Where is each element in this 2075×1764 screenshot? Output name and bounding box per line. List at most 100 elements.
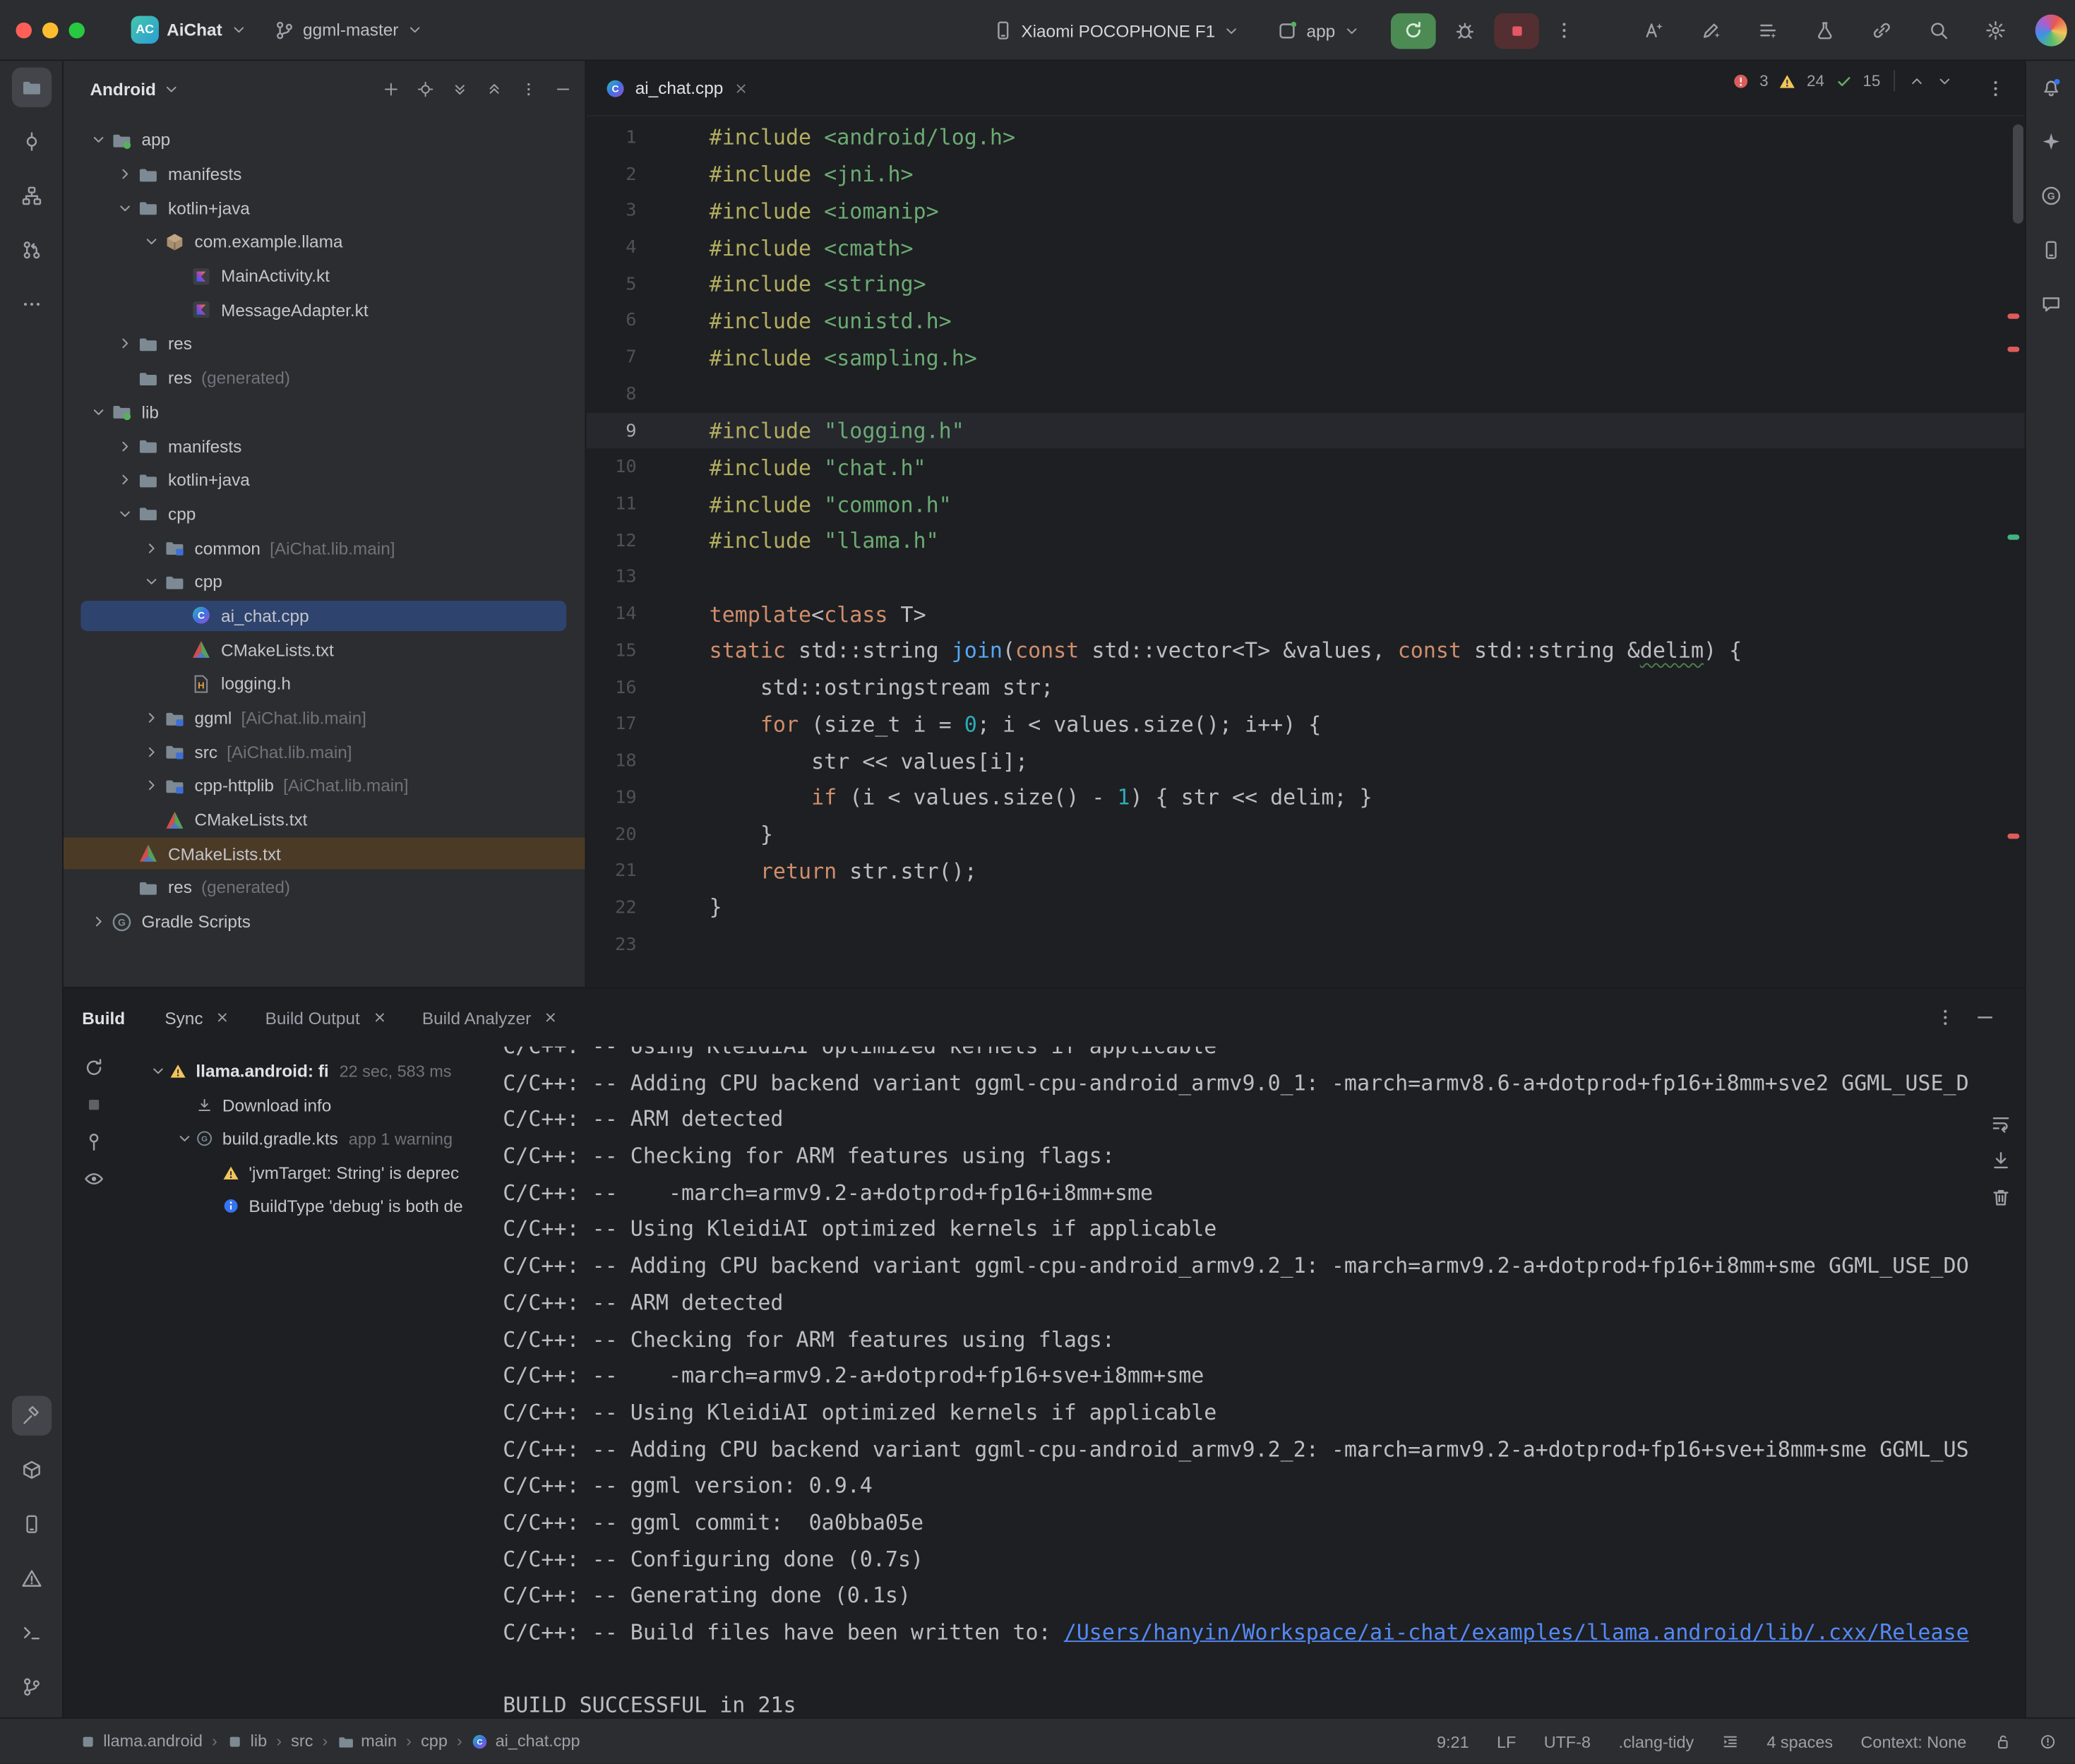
code-line-21[interactable]: 21 return str.str();	[586, 853, 2024, 889]
chevron-right-icon[interactable]	[85, 913, 111, 930]
project-action-collapse-all[interactable]	[486, 80, 503, 97]
tree-item-cpp[interactable]: cpp	[64, 497, 585, 531]
build-tree-item-download-info[interactable]: Download info	[64, 1088, 492, 1122]
status-context-none[interactable]: Context: None	[1860, 1732, 1966, 1751]
code-line-22[interactable]: 22}	[586, 889, 2024, 926]
code-line-6[interactable]: 6#include <unistd.h>	[586, 302, 2024, 339]
tool-button-package-box[interactable]	[11, 1450, 51, 1489]
code-line-23[interactable]: 23	[586, 926, 2024, 963]
settings-button[interactable]	[1978, 13, 2013, 48]
code-line-18[interactable]: 18 str << values[i];	[586, 743, 2024, 779]
chevron-right-icon[interactable]	[138, 709, 164, 726]
build-tree-item-build-gradle-kts[interactable]: Gbuild.gradle.ktsapp 1 warning	[64, 1122, 492, 1156]
tool-button-four-point-star[interactable]	[2031, 121, 2070, 161]
chevron-right-icon[interactable]	[111, 438, 137, 455]
build-window-title[interactable]: Build	[82, 1007, 125, 1027]
tree-item-cmakelists-txt[interactable]: CMakeLists.txt	[64, 803, 585, 836]
tree-item-mainactivity-kt[interactable]: MainActivity.kt	[64, 259, 585, 293]
breadcrumb-item-cpp[interactable]: cpp	[421, 1732, 448, 1751]
tool-button-hammer[interactable]	[11, 1396, 51, 1435]
chevron-right-icon[interactable]	[138, 539, 164, 556]
tree-item-res[interactable]: res	[64, 327, 585, 361]
console-action-scroll-end[interactable]	[1990, 1150, 2011, 1171]
close-window-button[interactable]	[16, 22, 31, 37]
code-line-15[interactable]: 15static std::string join(const std::vec…	[586, 632, 2024, 669]
code-line-7[interactable]: 7#include <sampling.h>	[586, 339, 2024, 376]
code-line-10[interactable]: 10#include "chat.h"	[586, 449, 2024, 486]
code-line-20[interactable]: 20 }	[586, 816, 2024, 853]
console-file-link[interactable]: /Users/hanyin/Workspace/ai-chat/examples…	[1064, 1619, 1969, 1645]
breadcrumb-item-src[interactable]: src	[291, 1732, 313, 1751]
build-tab-build-output[interactable]: Build Output	[265, 1007, 388, 1027]
chevron-down-icon[interactable]	[85, 131, 111, 148]
tool-button-git-branch[interactable]	[11, 1667, 51, 1707]
code-line-17[interactable]: 17 for (size_t i = 0; i < values.size();…	[586, 706, 2024, 743]
chevron-right-icon[interactable]	[138, 777, 164, 794]
close-tab-icon[interactable]	[215, 1009, 230, 1025]
build-tree-item-llama-android-fi[interactable]: llama.android: fi22 sec, 583 ms	[64, 1055, 492, 1088]
tree-item-cpp-httplib[interactable]: cpp-httplib[AiChat.lib.main]	[64, 769, 585, 803]
project-view-selector[interactable]: Android	[82, 73, 188, 104]
tool-button-gradle-circle[interactable]: G	[2031, 176, 2070, 215]
status-4-spaces[interactable]: 4 spaces	[1766, 1732, 1833, 1751]
chevron-down-icon[interactable]	[138, 234, 164, 251]
code-line-19[interactable]: 19 if (i < values.size() - 1) { str << d…	[586, 779, 2024, 816]
tool-button-bell-notification[interactable]	[2031, 68, 2070, 107]
tree-item-app[interactable]: app	[64, 123, 585, 157]
tree-item-res[interactable]: res(generated)	[64, 871, 585, 905]
hide-build-panel-icon[interactable]	[1975, 1007, 1996, 1028]
chevron-right-icon[interactable]	[138, 743, 164, 760]
tool-button-speech-bubble[interactable]	[2031, 284, 2070, 324]
debug-button[interactable]	[1447, 13, 1483, 49]
tree-item-ai-chat-cpp[interactable]: Cai_chat.cpp	[64, 599, 585, 632]
tool-button-more-horizontal[interactable]	[11, 284, 51, 324]
chevron-down-icon[interactable]	[111, 200, 137, 217]
tree-item-manifests[interactable]: manifests	[64, 429, 585, 463]
tree-item-gradle-scripts[interactable]: GGradle Scripts	[64, 905, 585, 939]
tool-button-problems[interactable]	[11, 1559, 51, 1598]
tool-button-terminal-prompt[interactable]	[11, 1613, 51, 1652]
device-selector[interactable]: Xiaomi POCOPHONE F1	[983, 15, 1250, 47]
code-area[interactable]: 1#include <android/log.h>2#include <jni.…	[586, 116, 2024, 963]
close-tab-icon[interactable]	[732, 80, 748, 95]
code-line-8[interactable]: 8	[586, 376, 2024, 412]
build-options-icon[interactable]	[1935, 1007, 1956, 1028]
stop-button[interactable]	[1494, 13, 1539, 49]
chevron-down-icon[interactable]	[111, 505, 137, 522]
build-console[interactable]: C/C++: -- Using KleidiAI optimized kerne…	[503, 1047, 2025, 1717]
project-action-expand-all[interactable]	[451, 80, 468, 97]
editor-options-icon[interactable]	[1985, 78, 2007, 99]
tree-item-ggml[interactable]: ggml[AiChat.lib.main]	[64, 701, 585, 735]
minimize-window-button[interactable]	[42, 22, 58, 37]
status-utf-8[interactable]: UTF-8	[1544, 1732, 1591, 1751]
zoom-window-button[interactable]	[68, 22, 84, 37]
code-line-1[interactable]: 1#include <android/log.h>	[586, 119, 2024, 156]
breadcrumb-item-llama-android[interactable]: llama.android	[79, 1732, 202, 1751]
profile-avatar[interactable]	[2035, 15, 2067, 47]
titlebar-action-flask[interactable]	[1807, 13, 1842, 48]
chevron-down-icon[interactable]	[145, 1063, 169, 1080]
code-line-14[interactable]: 14template<class T>	[586, 596, 2024, 632]
editor-scrollbar[interactable]	[2013, 124, 2023, 224]
chevron-down-icon[interactable]	[85, 403, 111, 420]
tool-button-structure[interactable]	[11, 176, 51, 215]
rerun-button[interactable]	[1391, 13, 1436, 49]
tree-item-common[interactable]: common[AiChat.lib.main]	[64, 531, 585, 565]
chevron-right-icon[interactable]	[111, 165, 137, 182]
code-line-13[interactable]: 13	[586, 559, 2024, 596]
tree-item-src[interactable]: src[AiChat.lib.main]	[64, 735, 585, 769]
inspection-widget[interactable]: 3 24 15	[1732, 70, 1954, 91]
close-tab-icon[interactable]	[543, 1009, 558, 1025]
tree-item-kotlin-java[interactable]: kotlin+java	[64, 463, 585, 497]
chevron-right-icon[interactable]	[111, 335, 137, 352]
run-configuration-selector[interactable]: app	[1268, 15, 1370, 47]
lock-open-icon[interactable]	[1995, 1733, 2011, 1750]
breadcrumb-item-lib[interactable]: lib	[227, 1732, 267, 1751]
breadcrumb-item-main[interactable]: main	[337, 1732, 397, 1751]
tree-item-cpp[interactable]: cpp	[64, 565, 585, 599]
tool-button-pull-request[interactable]	[11, 230, 51, 270]
build-tab-build-analyzer[interactable]: Build Analyzer	[422, 1007, 559, 1027]
tree-item-cmakelists-txt[interactable]: CMakeLists.txt	[64, 836, 585, 870]
titlebar-action-pencil-sparkle[interactable]	[1694, 13, 1728, 48]
breadcrumb-item-ai-chat-cpp[interactable]: Cai_chat.cpp	[472, 1732, 580, 1751]
